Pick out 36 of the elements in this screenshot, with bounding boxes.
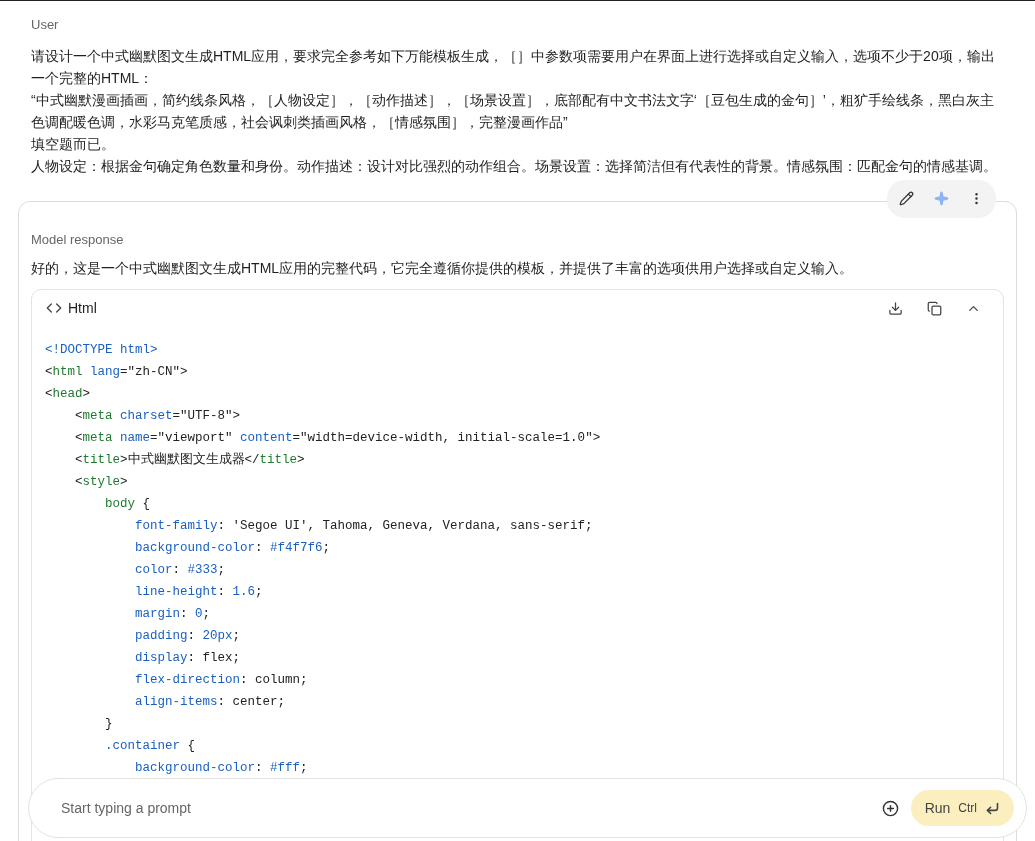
- prompt-paragraph: 人物设定：根据金句确定角色数量和身份。动作描述：设计对比强烈的动作组合。场景设置：选择简洁但有代表性的背景。情感氛围：匹配金句的情感基调。: [31, 156, 998, 176]
- code-line: padding: 20px;: [134, 628, 241, 645]
- user-label: User: [31, 16, 60, 34]
- code-language: Html: [68, 298, 97, 318]
- code-line: color: #333;: [134, 562, 226, 579]
- prompt-paragraph: 填空题而已。: [31, 134, 116, 154]
- code-line: display: flex;: [134, 650, 241, 667]
- prompt-paragraph: “中式幽默漫画插画，简约线条风格，［人物设定］，［动作描述］，［场景设置］，底部配有中文书法文字‘［豆包生成的金句］’，粗犷手绘线条，黑白灰主色调配暖色调，水彩马克笔质感，社会讽刺类插画风格，［情感氛围］，完整漫画作品”: [31, 90, 995, 132]
- code-line: line-height: 1.6;: [134, 584, 263, 601]
- code-line: <head>: [45, 386, 91, 403]
- response-text: 好的，这是一个中式幽默图文生成HTML应用的完整代码，它完全遵循你提供的模板，并提供了丰富的选项供用户选择或自定义输入。: [31, 259, 855, 278]
- code-line: <html lang="zh-CN">: [45, 364, 188, 381]
- code-line: background-color: #f4f7f6;: [134, 540, 331, 557]
- code-icon: [46, 300, 62, 316]
- prompt-paragraph: 请设计一个中式幽默图文生成HTML应用，要求完全参考如下万能模板生成，［］中参数项需要用户在界面上进行选择或自定义输入，选项不少于20项，输出一个完整的HTML：: [31, 46, 996, 88]
- code-line: align-items: center;: [134, 694, 286, 711]
- run-button[interactable]: Run Ctrl: [910, 790, 1014, 826]
- add-icon[interactable]: [881, 799, 899, 817]
- copy-icon[interactable]: [927, 300, 942, 316]
- code-line: .container {: [104, 738, 196, 755]
- code-line: margin: 0;: [134, 606, 211, 623]
- download-icon[interactable]: [888, 300, 903, 316]
- prompt-field[interactable]: Start typing a prompt Run Ctrl: [28, 778, 1027, 838]
- code-line: font-family: 'Segoe UI', Tahoma, Geneva, Verdana, sans-serif;: [134, 518, 593, 535]
- code-line: <title>中式幽默图文生成器</title>: [74, 451, 305, 469]
- code-line: }: [104, 716, 113, 733]
- edit-icon[interactable]: [899, 191, 914, 206]
- code-line: background-color: #fff;: [134, 760, 308, 777]
- code-line: flex-direction: column;: [134, 672, 308, 689]
- code-line: <meta charset="UTF-8">: [74, 408, 241, 425]
- code-line: <style>: [74, 474, 128, 491]
- code-line: <!DOCTYPE html>: [45, 342, 158, 359]
- model-label: Model response: [31, 230, 125, 249]
- code-line: <meta name="viewport" content="width=device-width, initial-scale=1.0">: [74, 430, 601, 447]
- enter-icon: [985, 800, 1000, 816]
- code-line: body {: [104, 496, 151, 513]
